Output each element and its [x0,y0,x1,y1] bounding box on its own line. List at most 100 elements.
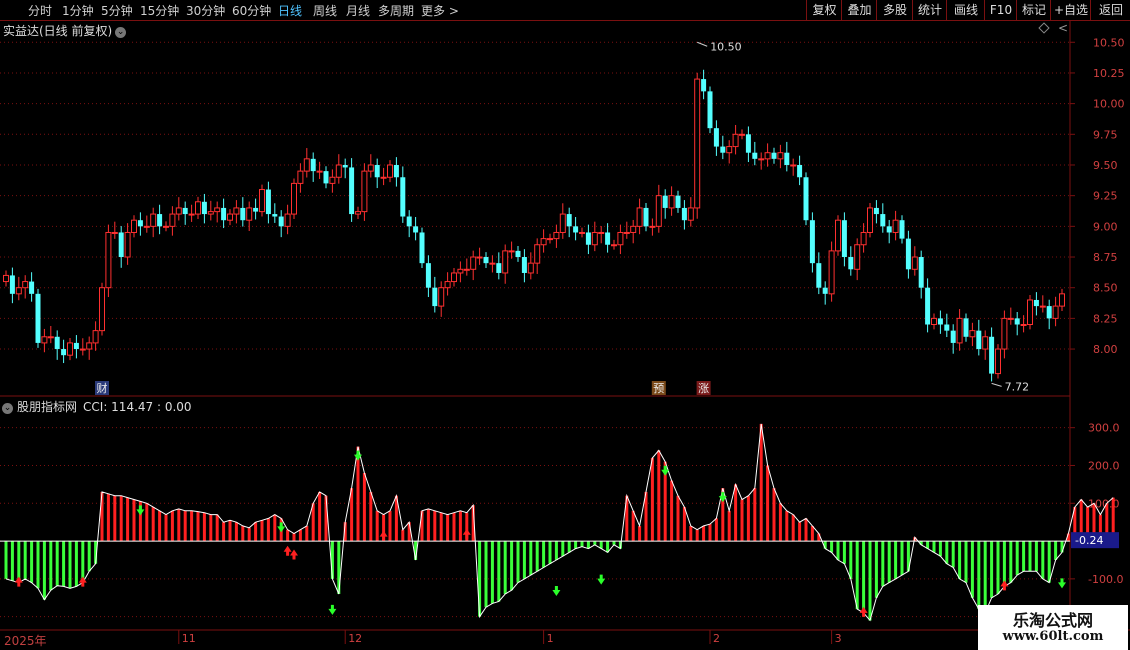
candle-body [419,232,425,264]
candle-body [956,317,963,344]
candle-body [701,79,707,92]
candle-body [803,177,809,221]
buy-arrow-icon [14,576,23,587]
candle-body [790,164,797,167]
candle-body [982,336,989,350]
candle-body [163,225,169,228]
candle-body [1052,305,1059,319]
chart-canvas[interactable]: 8.00 8.25 8.50 8.75 9.00 9.25 9.50 9.75 10.00 10.… [0,0,1130,650]
candle-body [227,213,233,221]
candle-body [29,281,35,294]
candle-body [361,170,368,213]
candle-body [413,226,419,233]
candle-body [726,146,733,154]
candle-body [873,207,879,215]
high-marker-line [697,41,708,47]
price-tick-label: 10.00 [1093,98,1125,111]
candle-body [502,250,509,274]
candle-body [47,336,54,339]
candle-body [406,216,412,227]
price-tick-label: 9.75 [1093,128,1118,141]
price-tick-label: 9.00 [1093,220,1118,233]
price-tick-label: 9.50 [1093,159,1118,172]
buy-arrow-icon [462,528,471,539]
candle-body [911,256,918,270]
candle-body [886,226,892,233]
candle-body [367,164,374,172]
candle-body [22,281,29,289]
cci-tick-label: 200.0 [1088,459,1120,472]
candle-body [649,225,656,228]
candle-body [662,195,668,208]
candle-body [835,219,841,252]
cci-value-tag-label: -0.24 [1075,534,1103,547]
candle-body [617,231,624,246]
candle-body [451,272,457,283]
cci-tick-label: -100.0 [1088,573,1123,586]
candle-body [758,158,765,161]
candle-body [579,231,585,234]
candle-body [1014,318,1020,325]
candle-body [207,211,214,215]
candle-body [764,152,771,160]
candle-body [457,268,464,274]
candle-body [797,164,803,178]
candle-body [240,207,246,221]
candle-body [636,207,643,227]
month-label: 1 [547,632,554,645]
month-label: 12 [348,632,362,645]
candle-body [188,213,195,216]
watermark: 乐淘公式网 www.60lt.com [978,605,1128,650]
candle-body [342,164,348,168]
candle-body [784,152,790,165]
candle-body [1033,299,1039,307]
candle-body [559,213,566,233]
event-badge-label: 涨 [698,382,709,395]
candle-body [278,216,284,227]
candle-body [131,219,137,233]
candle-body [233,207,240,215]
candle-body [73,342,79,350]
candle-body [3,274,9,283]
candle-body [585,232,591,245]
candle-body [444,281,451,289]
candle-body [41,336,48,344]
candle-body [387,164,393,178]
candle-body [860,231,867,246]
candle-body [1039,305,1046,308]
candle-body [425,263,431,288]
candle-body [143,225,150,228]
candle-body [944,324,950,331]
candle-body [591,231,598,246]
candle-body [476,256,483,259]
candle-body [157,214,163,227]
candle-body [483,257,489,264]
candle-body [221,207,227,221]
candle-body [284,213,291,227]
high-price-label: 10.50 [710,40,742,53]
candle-body [316,170,323,173]
candle-body [521,257,527,273]
candle-body [246,207,253,221]
candle-body [61,349,67,356]
buy-arrow-icon [1000,580,1009,591]
candle-body [969,330,976,338]
buy-arrow-icon [379,530,388,541]
candle-body [899,220,905,239]
candle-body [400,177,406,217]
low-price-label: 7.72 [1005,380,1030,393]
price-tick-label: 10.25 [1093,67,1125,80]
candle-body [950,330,956,343]
candle-body [380,176,387,179]
candle-body [892,219,899,233]
candle-body [867,207,873,233]
sell-arrow-icon [661,465,670,476]
event-badge-label: 财 [97,381,108,395]
candle-body [111,231,118,234]
candle-body [880,214,886,227]
candle-body [752,152,758,159]
candle-body [777,152,784,160]
candle-body [995,348,1001,375]
candle-body [630,225,637,233]
candle-body [124,231,131,258]
